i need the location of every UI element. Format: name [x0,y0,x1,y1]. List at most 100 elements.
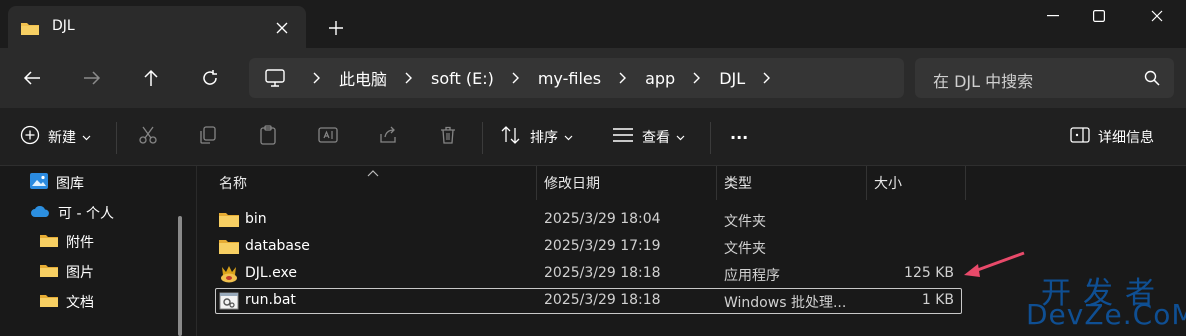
column-divider[interactable] [866,166,867,200]
add-icon [20,125,40,149]
navigation-bar: 此电脑 soft (E:) my-files app DJL 在 DJL 中搜索 [0,48,1186,108]
up-icon[interactable] [135,62,167,94]
file-name: database [245,238,310,254]
divider [710,122,711,154]
chevron-right-icon[interactable] [757,72,777,84]
folder-icon [40,293,58,311]
refresh-icon[interactable] [194,62,226,94]
file-row-database[interactable]: database 2025/3/29 17:19 文件夹 [215,234,962,260]
sidebar-item-attachments[interactable]: 附件 [40,228,94,256]
computer-icon [265,69,285,87]
column-header-type[interactable]: 类型 [724,166,752,200]
share-icon [378,125,398,149]
sort-button[interactable]: 排序 [500,125,573,149]
details-pane-button[interactable]: 详细信息 [1070,125,1154,149]
sidebar-item-gallery[interactable]: 图库 [30,169,84,197]
search-box[interactable]: 在 DJL 中搜索 [915,58,1174,98]
new-tab-icon[interactable] [322,14,350,42]
column-divider[interactable] [965,166,966,200]
back-icon[interactable] [16,62,48,94]
sidebar-item-label: 文档 [66,295,94,311]
column-divider[interactable] [536,166,537,200]
chevron-right-icon[interactable] [307,72,327,84]
breadcrumb-djl[interactable]: DJL [715,69,749,88]
new-label: 新建 [48,130,76,146]
sort-icon [500,125,522,149]
chevron-down-icon [564,129,573,145]
file-name: bin [245,211,267,227]
onedrive-icon [30,204,50,222]
rename-button[interactable] [318,125,338,149]
search-placeholder: 在 DJL 中搜索 [933,72,1034,91]
delete-button[interactable] [438,125,458,149]
column-divider[interactable] [716,166,717,200]
copy-button[interactable] [198,125,218,149]
sidebar-item-label: 图片 [66,265,94,281]
chevron-right-icon[interactable] [613,72,633,84]
file-modified: 2025/3/29 17:19 [544,238,661,254]
folder-icon [219,238,239,258]
details-pane-icon [1070,127,1090,147]
address-bar[interactable]: 此电脑 soft (E:) my-files app DJL [249,58,904,98]
file-row-djl-exe[interactable]: DJL.exe 2025/3/29 18:18 应用程序 125 KB [215,261,962,287]
minimize-icon[interactable] [1030,0,1076,32]
sidebar-item-documents[interactable]: 文档 [40,288,94,316]
chevron-right-icon[interactable] [687,72,707,84]
watermark-bottom-text: DevZe.CoM [1026,298,1186,331]
view-button[interactable]: 查看 [612,125,685,149]
app-icon [219,265,239,287]
close-window-icon[interactable] [1134,0,1180,32]
sidebar-item-onedrive[interactable]: 可 - 个人 [30,199,114,227]
file-type: Windows 批处理... [724,295,847,311]
more-button[interactable]: ··· [730,125,748,149]
sidebar-scrollbar[interactable] [178,216,182,336]
chevron-down-icon [676,129,685,145]
annotation-arrow [960,250,1026,284]
command-bar: 新建 排序 查看 ··· 详细信息 [0,108,1186,166]
chevron-right-icon[interactable] [399,72,419,84]
breadcrumb-app[interactable]: app [641,69,679,88]
folder-icon [219,211,239,231]
breadcrumb-my-files[interactable]: my-files [534,69,605,88]
file-modified: 2025/3/29 18:18 [544,292,661,308]
maximize-icon[interactable] [1076,0,1122,32]
copy-icon [198,125,218,149]
forward-icon[interactable] [76,62,108,94]
breadcrumb-drive[interactable]: soft (E:) [427,69,498,88]
watermark: 开发者 DevZe.CoM [1026,268,1186,334]
sort-label: 排序 [530,130,558,146]
chevron-down-icon [82,129,91,145]
rename-icon [318,125,338,149]
divider [116,122,117,154]
view-label: 查看 [642,130,670,146]
sidebar-item-pictures[interactable]: 图片 [40,258,94,286]
file-type: 文件夹 [724,214,766,230]
paste-button[interactable] [258,125,278,149]
close-tab-icon[interactable] [270,16,294,40]
column-header-name[interactable]: 名称 [219,166,247,200]
file-name: DJL.exe [245,265,297,281]
chevron-right-icon[interactable] [506,72,526,84]
paste-icon [258,125,278,149]
share-button[interactable] [378,125,398,149]
breadcrumb-this-pc[interactable]: 此电脑 [335,66,391,90]
gallery-icon [30,173,48,193]
file-modified: 2025/3/29 18:18 [544,265,661,281]
sidebar-item-label: 可 - 个人 [58,206,114,222]
tab-djl[interactable]: DJL [8,6,306,48]
column-header-size[interactable]: 大小 [874,166,902,200]
sort-ascending-icon [367,166,379,182]
file-size: 1 KB [921,292,954,308]
file-name: run.bat [245,292,296,308]
folder-icon [40,233,58,251]
cut-icon [138,125,158,149]
new-button[interactable]: 新建 [20,125,91,149]
file-row-run-bat[interactable]: run.bat 2025/3/29 18:18 Windows 批处理... 1… [215,288,962,314]
tab-title: DJL [52,18,75,34]
trash-icon [438,125,458,149]
cut-button[interactable] [138,125,158,149]
file-type: 文件夹 [724,241,766,257]
file-row-bin[interactable]: bin 2025/3/29 18:04 文件夹 [215,207,962,233]
column-header-modified[interactable]: 修改日期 [544,166,600,200]
file-modified: 2025/3/29 18:04 [544,211,661,227]
